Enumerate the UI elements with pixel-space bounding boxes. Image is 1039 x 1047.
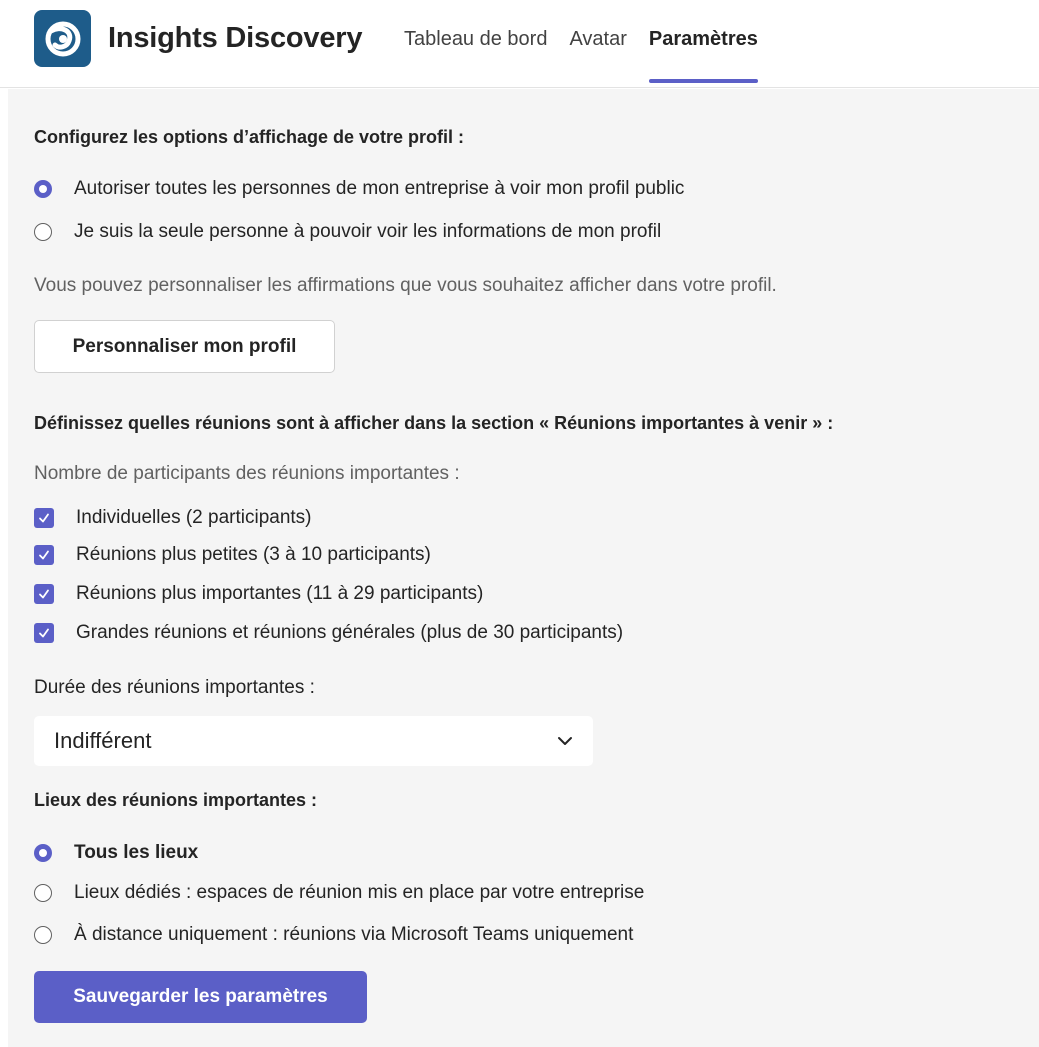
meetings-heading: Définissez quelles réunions sont à affic… [34,413,834,433]
radio-button[interactable] [34,884,52,902]
profile-option-private-label: Je suis la seule personne à pouvoir voir… [74,221,662,242]
insights-logo-icon [34,10,91,67]
profile-customize-description: Vous pouvez personnaliser les affirmatio… [34,275,777,296]
location-option-label: Lieux dédiés : espaces de réunion mis en… [74,882,645,903]
location-option-label: À distance uniquement : réunions via Mic… [74,924,634,945]
participant-option-large[interactable]: Réunions plus importantes (11 à 29 parti… [34,583,483,605]
tab-bar: Tableau de bord Avatar Paramètres [404,28,780,83]
participant-option-1-1[interactable]: Individuelles (2 participants) [34,507,312,529]
profile-display-heading: Configurez les options d’affichage de vo… [34,127,465,147]
location-option-label: Tous les lieux [74,842,199,863]
app-header: Insights Discovery Tableau de bord Avata… [0,0,1039,88]
locations-heading: Lieux des réunions importantes : [34,790,318,810]
duration-dropdown-value: Indifférent [54,728,152,753]
checkbox-checked[interactable] [34,584,54,604]
save-settings-button[interactable]: Sauvegarder les paramètres [34,971,367,1023]
participant-option-label: Grandes réunions et réunions générales (… [76,622,624,643]
tab-settings[interactable]: Paramètres [648,28,758,83]
participant-option-all-hands[interactable]: Grandes réunions et réunions générales (… [34,622,623,644]
participants-label: Nombre de participants des réunions impo… [34,463,460,484]
checkbox-checked[interactable] [34,623,54,643]
location-option-all[interactable]: Tous les lieux [34,842,198,864]
participant-option-label: Individuelles (2 participants) [76,507,312,528]
profile-option-public-label: Autoriser toutes les personnes de mon en… [74,178,685,199]
customize-profile-button[interactable]: Personnaliser mon profil [34,320,335,373]
profile-option-private[interactable]: Je suis la seule personne à pouvoir voir… [34,221,661,243]
location-option-remote[interactable]: À distance uniquement : réunions via Mic… [34,924,633,946]
checkmark-icon [39,628,49,638]
location-option-dedicated[interactable]: Lieux dédiés : espaces de réunion mis en… [34,882,644,904]
radio-button-selected[interactable] [34,844,52,862]
checkbox-checked[interactable] [34,545,54,565]
checkbox-checked[interactable] [34,508,54,528]
radio-button[interactable] [34,223,52,241]
tab-avatar[interactable]: Avatar [569,28,626,83]
tab-dashboard[interactable]: Tableau de bord [404,28,547,83]
profile-option-public[interactable]: Autoriser toutes les personnes de mon en… [34,178,684,200]
chevron-down-icon [558,737,572,745]
checkmark-icon [39,550,49,560]
participant-option-label: Réunions plus importantes (11 à 29 parti… [76,583,484,604]
radio-button[interactable] [34,926,52,944]
participant-option-label: Réunions plus petites (3 à 10 participan… [76,544,431,565]
participant-option-small[interactable]: Réunions plus petites (3 à 10 participan… [34,544,431,566]
app-title: Insights Discovery [108,22,363,54]
settings-panel: Configurez les options d’affichage de vo… [8,89,1039,1047]
checkmark-icon [39,513,49,523]
radio-button-selected[interactable] [34,180,52,198]
duration-label: Durée des réunions importantes : [34,677,315,698]
duration-dropdown[interactable]: Indifférent [34,716,593,766]
checkmark-icon [39,589,49,599]
